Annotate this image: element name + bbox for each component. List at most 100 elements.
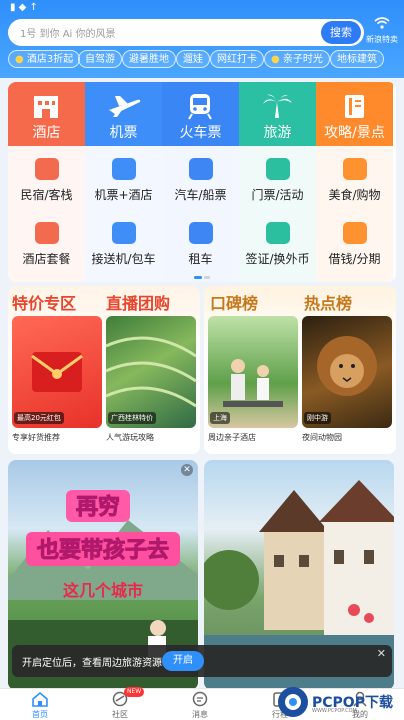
tag-landmark[interactable]: 地标建筑 — [330, 50, 384, 68]
grid-sub-label: 机票+酒店 — [94, 188, 153, 202]
grid-rent-car[interactable]: 租车 — [162, 216, 239, 270]
page-dot — [204, 276, 210, 279]
grid-loan[interactable]: 借钱/分期 — [316, 216, 393, 270]
search-placeholder[interactable]: 1号 到你 Ai 你的风景 — [20, 25, 116, 40]
rent-car-icon — [189, 222, 213, 244]
bus-icon — [189, 158, 213, 180]
nav-label: 社区 — [112, 710, 128, 719]
grid-tour[interactable]: 旅游 — [239, 82, 316, 146]
close-icon[interactable]: ✕ — [377, 647, 386, 660]
grid-sub-label: 租车 — [188, 252, 213, 266]
grid-sub-label: 汽车/船票 — [174, 188, 227, 202]
wifi-label: 新浪特卖 — [366, 35, 398, 44]
grid-train[interactable]: 火车票 — [162, 82, 239, 146]
grid-page-indicator — [190, 276, 214, 280]
grid-label: 酒店 — [32, 125, 61, 141]
tag-label: 自驾游 — [85, 54, 115, 65]
thumb-family-hotel[interactable]: 上海 — [208, 316, 298, 428]
grid-sub-label: 酒店套餐 — [22, 252, 71, 266]
promo-title-live: 直播团购 — [106, 294, 171, 313]
watermark-logo: PCPOP下载 WWW.PCPOP.COM — [276, 684, 402, 720]
enable-location-button[interactable]: 开启 — [162, 651, 204, 671]
thumb-caption: 人气游玩攻略 — [106, 433, 154, 442]
tag-label: 酒店3折起 — [26, 54, 74, 65]
tag-kids[interactable]: 遛娃 — [176, 50, 210, 68]
grid-label: 机票 — [109, 125, 138, 141]
nav-community[interactable]: NEW 社区 — [80, 687, 160, 720]
new-badge: NEW — [124, 687, 145, 697]
nav-home[interactable]: 首页 — [0, 689, 80, 720]
nav-message[interactable]: 消息 — [160, 689, 240, 720]
top-header: ▮ ◆ ↑ 1号 到你 Ai 你的风景 搜索 新浪特卖 ● 酒店3折起 自驾游 … — [0, 0, 404, 78]
grid-flight[interactable]: 机票 — [85, 82, 162, 146]
palm-tree-icon — [263, 94, 292, 118]
tag-label: 地标建筑 — [337, 54, 377, 65]
grid-hotel-package[interactable]: 酒店套餐 — [8, 216, 85, 270]
thumb-badge: 上海 — [210, 412, 230, 424]
message-icon — [192, 691, 208, 707]
close-icon[interactable]: ✕ — [181, 464, 193, 476]
hotel-package-icon — [35, 222, 59, 244]
tag-family[interactable]: ● 亲子时光 — [264, 50, 330, 68]
thumb-badge: 广西桂林特价 — [108, 412, 156, 424]
grid-visa-currency[interactable]: 签证/换外币 — [239, 216, 316, 270]
grid-ticket[interactable]: 门票/活动 — [239, 152, 316, 206]
grid-label: 火车票 — [179, 125, 222, 141]
grid-guide[interactable]: 攻略/景点 — [316, 82, 393, 146]
grid-food-shop[interactable]: 美食/购物 — [316, 152, 393, 206]
grid-sub-label: 门票/活动 — [251, 188, 304, 202]
tag-summer-resort[interactable]: 避暑胜地 — [122, 50, 176, 68]
location-banner: 开启定位后，查看周边旅游资源 开启 ✕ — [12, 645, 392, 677]
search-button[interactable]: 搜索 — [321, 21, 361, 44]
grid-sub-label: 接送机/包车 — [91, 252, 156, 266]
nav-label: 消息 — [192, 710, 208, 719]
feed-headline-3: 这几个城市 — [63, 581, 143, 600]
promo-title-special: 特价专区 — [12, 294, 77, 313]
money-bag-icon — [343, 222, 367, 244]
thumb-badge: 最高20元红包 — [14, 412, 64, 424]
tag-hotel-discount[interactable]: ● 酒店3折起 — [8, 50, 81, 68]
location-banner-text: 开启定位后，查看周边旅游资源 — [22, 658, 162, 669]
thumb-caption: 周边亲子酒店 — [208, 433, 256, 442]
airplane-icon — [109, 96, 141, 117]
thumb-lion[interactable]: 刚中游 — [302, 316, 392, 428]
grid-sub-label: 借钱/分期 — [328, 252, 381, 266]
tag-strip: ● 酒店3折起 自驾游 避暑胜地 遛娃 网红打卡 ● 亲子时光 地标建筑 — [0, 50, 404, 72]
search-box[interactable]: 1号 到你 Ai 你的风景 搜索 — [8, 19, 364, 46]
thumb-red-packet[interactable]: 最高20元红包 — [12, 316, 102, 428]
tag-self-drive[interactable]: 自驾游 — [78, 50, 122, 68]
food-bag-icon — [343, 158, 367, 180]
tag-label: 遛娃 — [183, 54, 203, 65]
grid-homestay[interactable]: 民宿/客栈 — [8, 152, 85, 206]
promo-deals[interactable]: 特价专区 直播团购 最高20元红包 广西桂林特价 专享好货推荐 人气游玩攻略 — [8, 286, 200, 454]
tag-checkin[interactable]: 网红打卡 — [210, 50, 264, 68]
thumb-badge: 刚中游 — [304, 412, 331, 424]
hotel-icon — [34, 96, 58, 118]
pcpop-logo-icon — [278, 687, 308, 717]
grid-hotel[interactable]: 酒店 — [8, 82, 85, 146]
grid-car-transfer[interactable]: 接送机/包车 — [85, 216, 162, 270]
grid-label: 攻略/景点 — [324, 125, 385, 141]
thumb-caption: 夜间动物园 — [302, 433, 342, 442]
grid-bus-ship[interactable]: 汽车/船票 — [162, 152, 239, 206]
fire-icon: ● — [271, 54, 280, 65]
thumb-caption: 专享好货推荐 — [12, 433, 60, 442]
page-dot-active — [194, 276, 202, 279]
tag-label: 亲子时光 — [282, 54, 323, 65]
home-icon — [32, 691, 48, 707]
promo-row: 特价专区 直播团购 最高20元红包 广西桂林特价 专享好货推荐 人气游玩攻略 口… — [8, 286, 396, 454]
grid-sub-label: 美食/购物 — [328, 188, 381, 202]
promo-title-hot: 热点榜 — [304, 294, 353, 313]
fire-icon: ● — [15, 54, 24, 65]
status-bar-icons: ▮ ◆ ↑ — [10, 2, 38, 13]
thumb-terraces[interactable]: 广西桂林特价 — [106, 316, 196, 428]
homestay-icon — [35, 158, 59, 180]
flight-hotel-icon — [112, 158, 136, 180]
wifi-entry[interactable]: 新浪特卖 — [364, 16, 400, 50]
service-grid: 酒店 机票 火车票 旅游 攻略/景点 民宿/客栈 机票+酒店 汽车/船票 门票/… — [8, 82, 396, 282]
train-icon — [188, 94, 212, 120]
promo-rankings[interactable]: 口碑榜 热点榜 上海 刚中游 周边亲子酒店 夜间动物园 — [204, 286, 396, 454]
promo-title-reputation: 口碑榜 — [210, 294, 259, 313]
grid-flight-hotel[interactable]: 机票+酒店 — [85, 152, 162, 206]
grid-sub-label: 民宿/客栈 — [20, 188, 73, 202]
